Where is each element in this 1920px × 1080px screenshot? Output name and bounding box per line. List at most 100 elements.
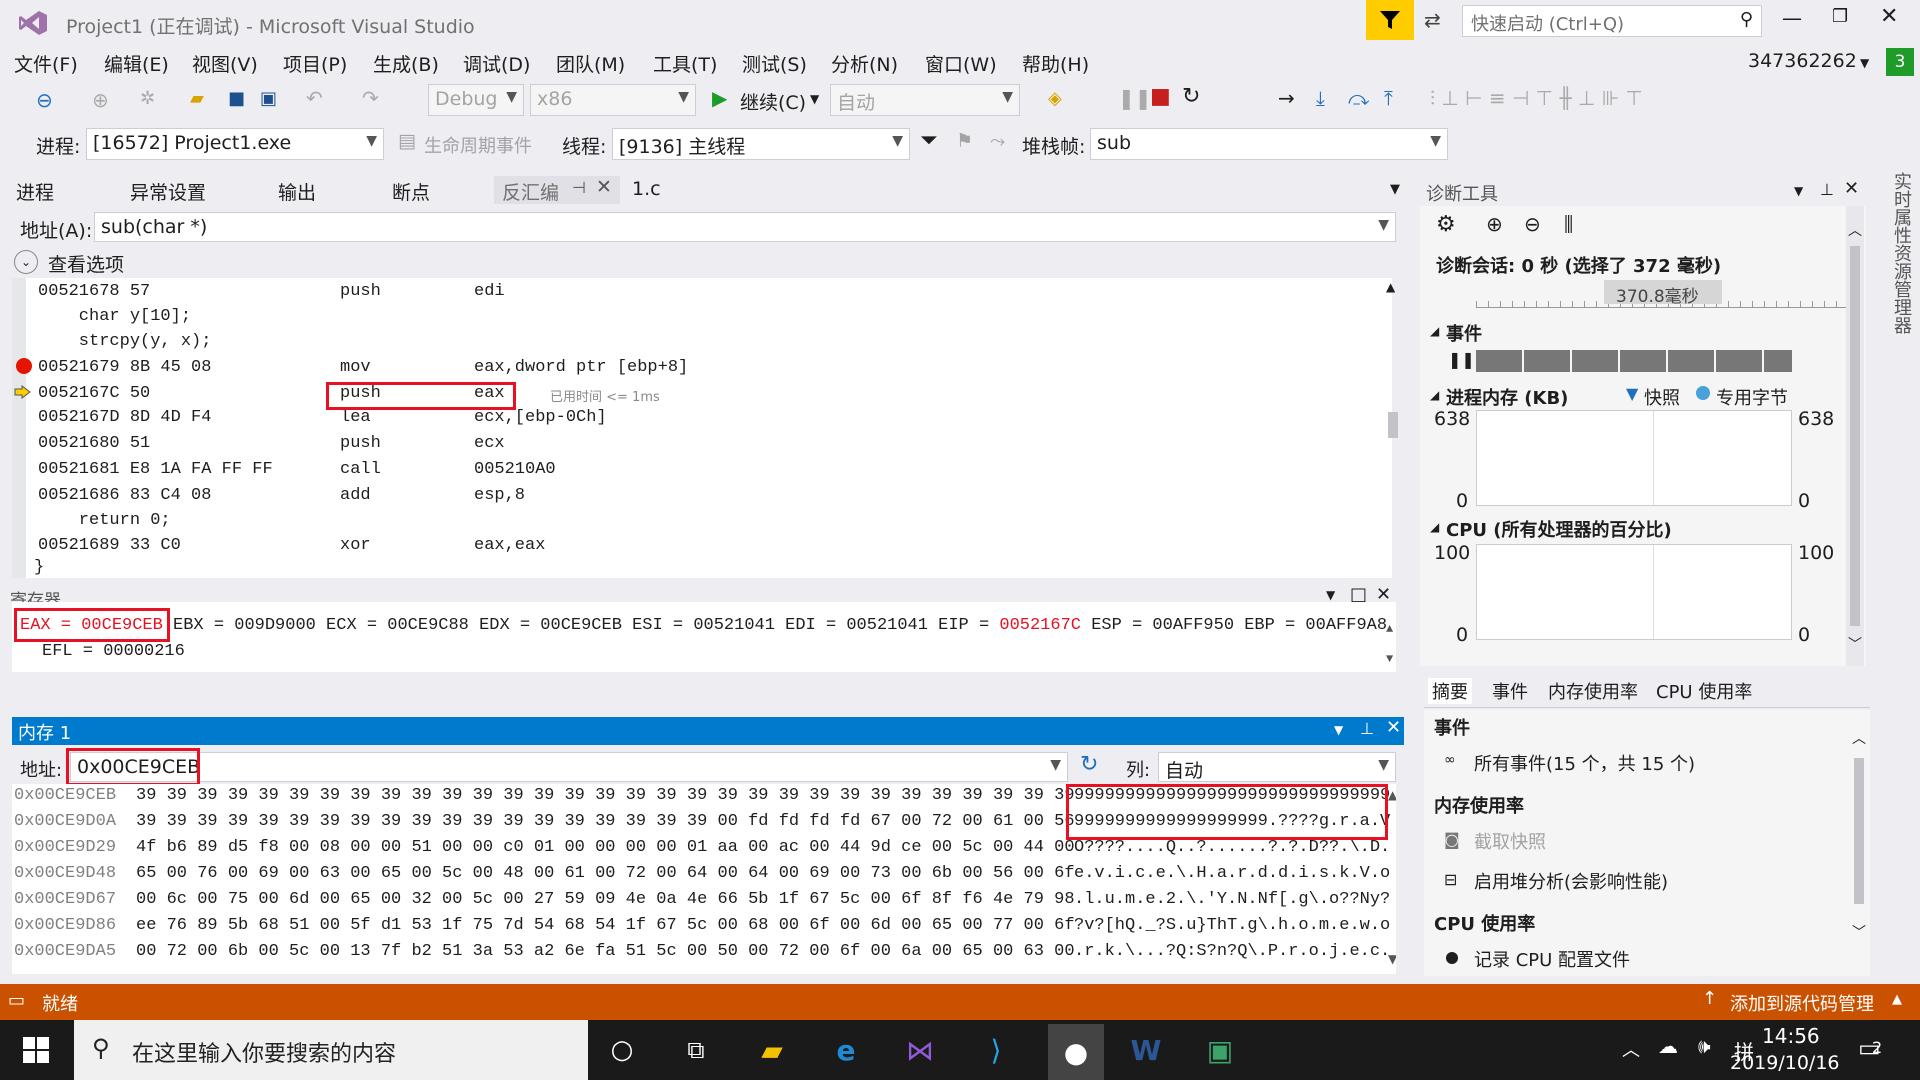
hot-reload-icon[interactable]: ◈ — [1048, 88, 1062, 109]
pause-icon[interactable]: ❚❚ — [1448, 350, 1475, 369]
breakpoint-icon[interactable] — [16, 358, 32, 374]
menu-debug[interactable]: 调试(D) — [463, 50, 530, 77]
save-icon[interactable]: ■ — [228, 88, 245, 109]
collapse-icon[interactable]: ◢ — [1430, 520, 1439, 534]
forward-icon[interactable]: ⊕ — [92, 88, 109, 112]
toggle-icon[interactable]: ⤳ — [990, 130, 1005, 152]
menu-file[interactable]: 文件(F) — [14, 50, 78, 77]
minimize-button[interactable]: — — [1782, 6, 1802, 30]
layout-tools-icon[interactable]: ⫶ ⊥ ⊢ ≡ ⊣ ⊤ ╫ ⊥ ⊪ ⊤ — [1430, 86, 1643, 110]
view-options-toggle[interactable]: 查看选项 — [48, 250, 124, 277]
close-button[interactable]: ✕ — [1880, 4, 1898, 29]
close-pane-icon[interactable]: ✕ — [1844, 178, 1859, 199]
config-dropdown[interactable]: Debug ▼ — [428, 84, 524, 116]
live-property-explorer-tab[interactable]: 实时属性资源管理器 — [1884, 172, 1914, 342]
menu-build[interactable]: 生成(B) — [373, 50, 439, 77]
menu-help[interactable]: 帮助(H) — [1022, 50, 1089, 77]
select-tools-icon[interactable]: ⫼ — [1564, 212, 1573, 236]
close-pane-icon[interactable]: ✕ — [1386, 717, 1401, 738]
collapse-icon[interactable]: ◢ — [1430, 324, 1439, 338]
subtab-summary[interactable]: 摘要 — [1428, 678, 1472, 704]
task-view-icon[interactable]: ⧉ — [676, 1030, 716, 1070]
step-into-icon[interactable]: ⤓ — [1316, 86, 1325, 110]
menu-edit[interactable]: 编辑(E) — [104, 50, 169, 77]
all-events-link[interactable]: 所有事件(15 个，共 15 个) — [1474, 750, 1695, 776]
registers-view[interactable]: EAX = 00CE9CEB EBX = 009D9000 ECX = 00CE… — [12, 602, 1396, 672]
close-tab-icon[interactable]: ✕ — [596, 176, 612, 198]
menu-test[interactable]: 测试(S) — [742, 50, 807, 77]
auto-dropdown[interactable]: 自动 ▼ — [830, 84, 1020, 116]
platform-dropdown[interactable]: x86 ▼ — [530, 84, 696, 116]
tab-source-file[interactable]: 1.c — [632, 178, 661, 200]
stop-icon[interactable]: ■ — [1150, 84, 1171, 109]
flag-icon[interactable]: ⚑ — [956, 130, 973, 152]
cpu-chart[interactable] — [1476, 544, 1792, 640]
volume-icon[interactable]: 🕪 — [1698, 1034, 1711, 1058]
tab-output[interactable]: 输出 — [278, 178, 316, 205]
pause-icon[interactable]: ❚❚ — [1118, 86, 1152, 110]
tab-breakpoints[interactable]: 断点 — [392, 178, 430, 205]
account-id[interactable]: 347362262 — [1748, 50, 1857, 72]
refresh-icon[interactable]: ↻ — [1080, 752, 1098, 777]
step-over-icon[interactable]: ⤼ — [1348, 86, 1369, 110]
menu-tools[interactable]: 工具(T) — [653, 50, 717, 77]
feedback-icon[interactable]: ⇄ — [1424, 8, 1441, 32]
undo-icon[interactable]: ↶ — [306, 86, 323, 110]
chevron-down-icon[interactable]: ▼ — [1334, 723, 1343, 737]
chevron-down-icon[interactable]: ▼ — [1326, 588, 1335, 602]
scroll-down-icon[interactable]: ▼ — [1386, 652, 1393, 666]
filter-icon[interactable] — [1366, 0, 1414, 40]
eip-register[interactable]: 0052167C — [999, 616, 1081, 635]
summary-scrollbar[interactable]: ︿ ﹀ — [1850, 710, 1868, 976]
settings-icon[interactable]: ⚙ — [1436, 212, 1456, 237]
lifecycle-events-button[interactable]: 生命周期事件 — [424, 132, 532, 158]
thread-dropdown[interactable]: [9136] 主线程 ▼ — [612, 128, 910, 160]
zoom-in-icon[interactable]: ⊕ — [1486, 212, 1503, 236]
columns-dropdown[interactable]: 自动 ▼ — [1158, 752, 1396, 782]
tab-disassembly[interactable]: 反汇编 ⊣ ✕ — [494, 176, 620, 204]
stack-frame-dropdown[interactable]: sub ▼ — [1090, 128, 1448, 160]
scroll-up-icon[interactable]: ▲ — [1386, 622, 1393, 636]
process-memory-chart[interactable] — [1476, 410, 1792, 506]
subtab-cpu-usage[interactable]: CPU 使用率 — [1656, 678, 1752, 704]
chevron-down-icon[interactable]: ⌄ — [14, 250, 38, 274]
notification-badge[interactable]: 3 — [1886, 48, 1914, 76]
menu-view[interactable]: 视图(V) — [192, 50, 258, 77]
app-icon[interactable]: ● — [1048, 1024, 1104, 1080]
breakpoint-margin[interactable] — [12, 278, 26, 578]
step-out-icon[interactable]: ⤒ — [1384, 86, 1393, 110]
pin-icon[interactable]: ⊣ — [572, 178, 586, 197]
subtab-memory-usage[interactable]: 内存使用率 — [1548, 678, 1638, 704]
vscode-icon[interactable]: ⟩ — [976, 1030, 1016, 1070]
file-explorer-icon[interactable]: ▰ — [752, 1030, 792, 1070]
pin-icon[interactable]: ⊥ — [1820, 180, 1834, 199]
menu-analyze[interactable]: 分析(N) — [831, 50, 898, 77]
subtab-events[interactable]: 事件 — [1492, 678, 1528, 704]
chevron-down-icon[interactable]: ▼ — [1860, 56, 1869, 70]
chevron-up-icon[interactable]: ▲ — [1892, 992, 1902, 1007]
show-next-statement-icon[interactable]: → — [1278, 86, 1295, 110]
continue-button[interactable]: 继续(C) — [740, 88, 806, 115]
process-dropdown[interactable]: [16572] Project1.exe ▼ — [86, 128, 384, 160]
menu-team[interactable]: 团队(M) — [556, 50, 625, 77]
quick-launch-input[interactable]: 快速启动 (Ctrl+Q) ⚲ — [1462, 5, 1762, 37]
windows-start-icon[interactable] — [16, 1030, 56, 1070]
menu-project[interactable]: 项目(P) — [283, 50, 347, 77]
scroll-down-icon[interactable]: ▼ — [1388, 952, 1396, 966]
word-icon[interactable]: W — [1126, 1030, 1166, 1070]
add-to-source-control-button[interactable]: 添加到源代码管理 — [1730, 990, 1874, 1016]
menu-window[interactable]: 窗口(W) — [925, 50, 997, 77]
cortana-icon[interactable]: ○ — [602, 1030, 642, 1070]
redo-icon[interactable]: ↷ — [362, 86, 379, 110]
network-icon[interactable]: ☁ — [1658, 1034, 1678, 1058]
continue-icon[interactable]: ▶ — [712, 86, 727, 110]
pin-icon[interactable]: ⊥ — [1360, 719, 1374, 738]
restart-icon[interactable]: ↻ — [1182, 84, 1200, 109]
take-snapshot-button[interactable]: 截取快照 — [1474, 828, 1546, 854]
screen-capture-icon[interactable]: ▣ — [1200, 1030, 1240, 1070]
address-input[interactable]: sub(char *) ▼ — [94, 212, 1396, 242]
chevron-down-icon[interactable]: ▼ — [810, 92, 819, 106]
maximize-button[interactable]: ❐ — [1832, 6, 1848, 27]
chevron-up-icon[interactable]: ︿ — [1622, 1036, 1640, 1062]
disassembly-view[interactable]: 00521678 57 push edi char y[10]; strcpy(y,… — [12, 278, 1398, 578]
